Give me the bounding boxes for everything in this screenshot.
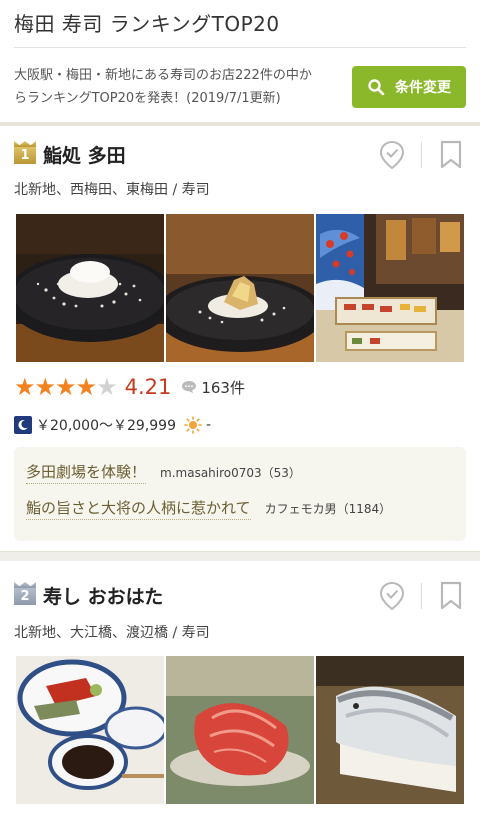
restaurant-interior-image — [316, 214, 464, 362]
rank-badge: 2 — [14, 586, 36, 605]
star-icon: ★ — [96, 373, 117, 401]
summary-line-2: らランキングTOP20を発表！(2019/7/1更新) — [14, 91, 281, 106]
restaurant-photo-1[interactable] — [16, 214, 164, 362]
bookmark-icon[interactable] — [440, 140, 462, 170]
price-row: ￥20,000～￥29,999 - — [14, 415, 211, 435]
speech-bubble-icon — [182, 381, 197, 393]
title-divider — [14, 47, 466, 48]
restaurant-card-1[interactable]: 1 鮨処 多田 北新地、西梅田、東梅田 / 寿司 ★★★★★ 4.21 163件… — [0, 126, 480, 551]
summary-line-1: 大阪駅・梅田・新地にある寿司のお店222件の中か — [14, 68, 312, 83]
bookmark-icon[interactable] — [440, 581, 462, 611]
review-count[interactable]: 163件 — [201, 377, 245, 398]
dinner-price: ￥20,000～￥29,999 — [36, 418, 176, 434]
review-item[interactable]: 鮨の旨さと大将の人柄に惹かれて カフェモカ男（1184） — [26, 497, 391, 520]
change-conditions-button[interactable]: 条件変更 — [352, 66, 466, 108]
star-icon: ★ — [34, 373, 56, 401]
restaurant-name[interactable]: 鮨処 多田 — [43, 141, 126, 168]
ranking-summary: 大阪駅・梅田・新地にある寿司のお店222件の中か らランキングTOP20を発表！… — [14, 64, 344, 110]
review-item[interactable]: 多田劇場を体験！ m.masahiro0703（53） — [26, 461, 301, 484]
sushi-photo-image — [316, 656, 464, 804]
change-conditions-label: 条件変更 — [395, 80, 451, 96]
map-pin-icon[interactable] — [379, 140, 405, 170]
rating-score: 4.21 — [124, 375, 172, 399]
sushi-photo-image — [16, 656, 164, 804]
sun-icon — [184, 416, 202, 434]
rank-badge: 1 — [14, 145, 36, 164]
reviewer-name: m.masahiro0703（53） — [160, 466, 301, 480]
review-title[interactable]: 多田劇場を体験！ — [26, 461, 147, 484]
reviewer-name: カフェモカ男（1184） — [264, 502, 392, 516]
review-list: 多田劇場を体験！ m.masahiro0703（53） 鮨の旨さと大将の人柄に惹… — [14, 447, 466, 541]
restaurant-photo-3[interactable] — [316, 656, 464, 804]
restaurant-name[interactable]: 寿し おおはた — [43, 582, 163, 609]
sushi-photo-image — [166, 214, 314, 362]
restaurant-photo-2[interactable] — [166, 214, 314, 362]
lunch-price: - — [205, 417, 212, 433]
icon-divider — [421, 142, 422, 168]
star-icon: ★ — [14, 373, 35, 401]
sushi-photo-image — [166, 656, 314, 804]
page-title: 梅田 寿司 ランキングTOP20 — [14, 12, 280, 36]
search-icon — [368, 79, 385, 96]
restaurant-card-2[interactable]: 2 寿し おおはた 北新地、大江橋、渡辺橋 / 寿司 — [0, 561, 480, 814]
map-pin-icon[interactable] — [379, 581, 405, 611]
restaurant-photo-1[interactable] — [16, 656, 164, 804]
restaurant-photo-2[interactable] — [166, 656, 314, 804]
star-rating: ★★★★★ — [14, 373, 118, 401]
star-icon: ★ — [55, 373, 76, 401]
section-divider — [0, 551, 480, 561]
rating-row: ★★★★★ 4.21 163件 — [14, 373, 245, 401]
star-icon: ★ — [75, 373, 97, 401]
sushi-photo-image — [16, 214, 164, 362]
restaurant-area: 北新地、西梅田、東梅田 / 寿司 — [14, 182, 210, 198]
review-title[interactable]: 鮨の旨さと大将の人柄に惹かれて — [26, 497, 251, 520]
restaurant-area: 北新地、大江橋、渡辺橋 / 寿司 — [14, 625, 210, 641]
icon-divider — [421, 583, 422, 609]
restaurant-photo-3[interactable] — [316, 214, 464, 362]
moon-icon — [14, 416, 32, 434]
